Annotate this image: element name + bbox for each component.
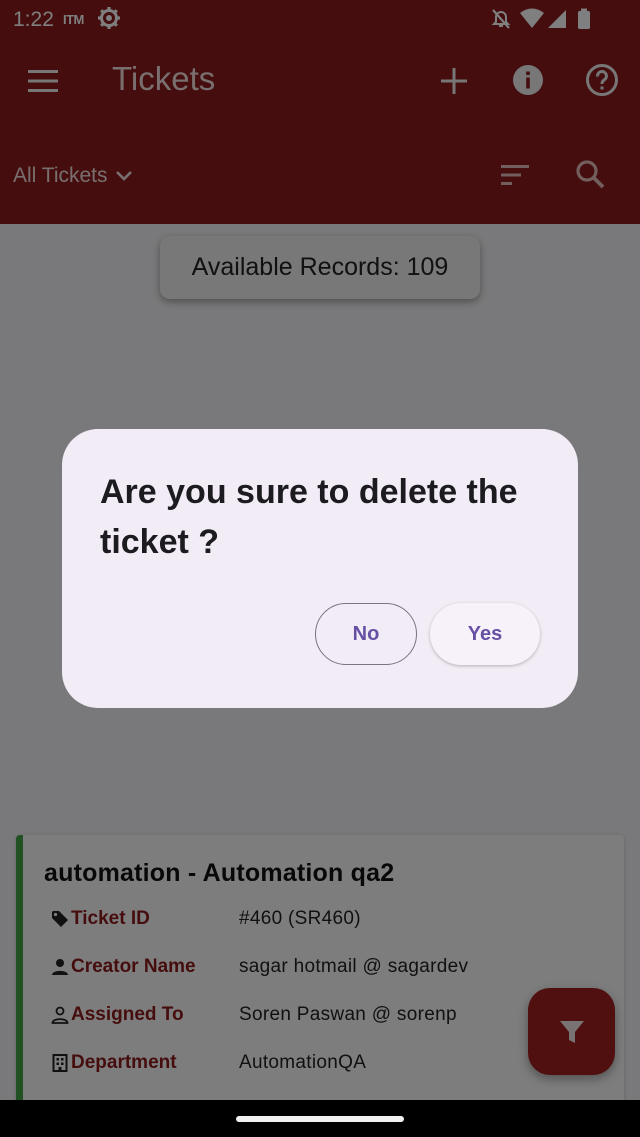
no-button[interactable]: No [315, 603, 417, 665]
delete-confirm-dialog: Are you sure to delete the ticket ? No Y… [62, 429, 578, 708]
yes-button[interactable]: Yes [430, 603, 540, 665]
navigation-bar [0, 1100, 640, 1137]
dialog-title: Are you sure to delete the ticket ? [100, 473, 518, 561]
home-indicator[interactable] [236, 1116, 404, 1122]
